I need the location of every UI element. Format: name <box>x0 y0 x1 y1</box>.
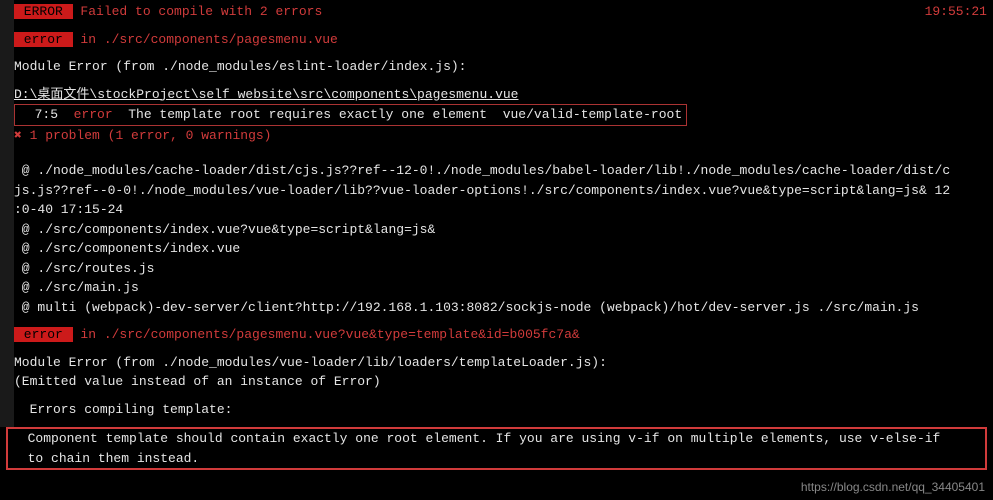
stack-line: @ ./src/components/index.vue?vue&type=sc… <box>14 220 993 240</box>
error-in-path: in ./src/components/pagesmenu.vue <box>73 32 338 47</box>
errors-compiling-header: Errors compiling template: <box>14 400 993 420</box>
fail-message: Failed to compile with 2 errors <box>73 4 323 19</box>
error-badge: error <box>14 327 73 342</box>
error-badge: error <box>14 32 73 47</box>
problem-summary: ✖ 1 problem (1 error, 0 warnings) <box>14 126 993 146</box>
timestamp: 19:55:21 <box>925 2 987 22</box>
stack-line: @ ./src/routes.js <box>14 259 993 279</box>
stack-line: @ ./node_modules/cache-loader/dist/cjs.j… <box>14 161 993 181</box>
gutter <box>0 0 14 427</box>
stack-line: @ ./src/main.js <box>14 278 993 298</box>
stack-line: js.js??ref--0-0!./node_modules/vue-loade… <box>14 181 993 201</box>
lint-error-box: 7:5 error The template root requires exa… <box>14 104 687 126</box>
emitted-notice: (Emitted value instead of an instance of… <box>14 372 993 392</box>
compile-header: ERROR Failed to compile with 2 errors <box>14 2 993 22</box>
lint-location: 7:5 <box>19 107 74 122</box>
lint-box-wrap: 7:5 error The template root requires exa… <box>14 104 993 126</box>
highlighted-error-box: Component template should contain exactl… <box>6 427 987 470</box>
component-error-message: Component template should contain exactl… <box>12 429 981 468</box>
module-error-source: Module Error (from ./node_modules/eslint… <box>14 57 993 77</box>
error-line-2: error in ./src/components/pagesmenu.vue?… <box>14 325 993 345</box>
error-badge: ERROR <box>14 4 73 19</box>
file-path: D:\桌面文件\stockProject\self website\src\co… <box>14 85 993 105</box>
lint-message: The template root requires exactly one e… <box>113 107 683 122</box>
terminal-output: 19:55:21 ERROR Failed to compile with 2 … <box>0 0 993 427</box>
lint-level: error <box>74 107 113 122</box>
stack-line: @ multi (webpack)-dev-server/client?http… <box>14 298 993 318</box>
module-error-source: Module Error (from ./node_modules/vue-lo… <box>14 353 993 373</box>
stack-line: @ ./src/components/index.vue <box>14 239 993 259</box>
error-line-1: error in ./src/components/pagesmenu.vue <box>14 30 993 50</box>
stack-line: :0-40 17:15-24 <box>14 200 993 220</box>
error-in-path: in ./src/components/pagesmenu.vue?vue&ty… <box>73 327 580 342</box>
watermark: https://blog.csdn.net/qq_34405401 <box>801 478 985 496</box>
